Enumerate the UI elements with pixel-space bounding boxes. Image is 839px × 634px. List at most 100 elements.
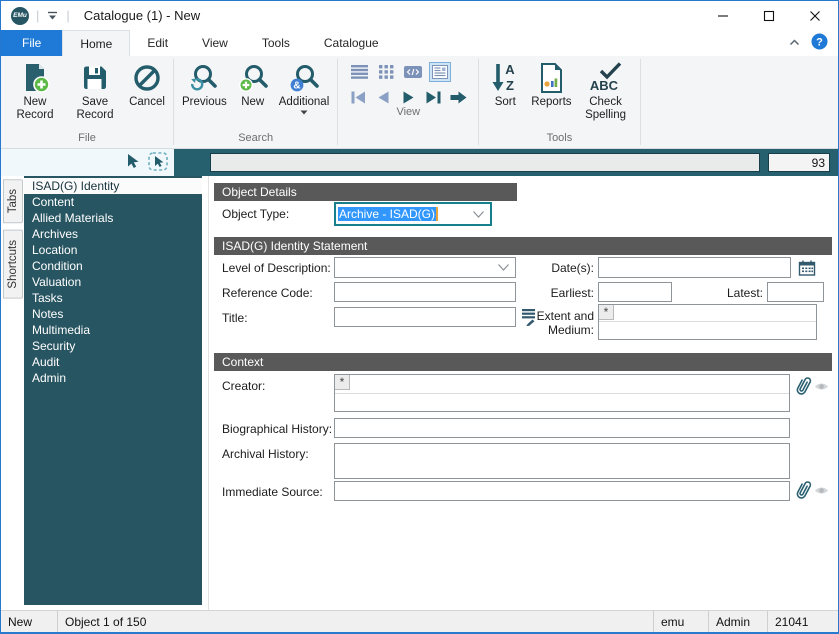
latest-label: Latest: xyxy=(683,286,763,300)
next-record-icon xyxy=(403,91,414,104)
sidebar-item-security[interactable]: Security xyxy=(24,338,202,354)
sidebar-item-admin[interactable]: Admin xyxy=(24,370,202,386)
check-spelling-button[interactable]: ABC Check Spelling xyxy=(576,58,636,122)
select-pointer-button[interactable] xyxy=(125,153,140,172)
immediate-source-label: Immediate Source: xyxy=(222,485,323,499)
additional-search-label: Additional xyxy=(279,96,330,109)
immediate-source-attach-button[interactable] xyxy=(794,479,812,501)
ribbon-group-search: Previous New xyxy=(174,56,337,148)
extent-medium-grid[interactable]: * xyxy=(598,304,817,340)
first-record-button[interactable] xyxy=(348,89,368,105)
save-record-label: Save Record xyxy=(69,96,121,122)
save-record-button[interactable]: Save Record xyxy=(65,58,125,122)
list-view-button[interactable] xyxy=(348,62,370,82)
svg-text:ABC: ABC xyxy=(589,78,618,93)
title-input[interactable] xyxy=(334,307,516,327)
summary-band: 93 xyxy=(174,149,838,176)
sidebar-item-archives[interactable]: Archives xyxy=(24,226,202,242)
tab-edit[interactable]: Edit xyxy=(130,30,185,56)
last-record-button[interactable] xyxy=(423,89,443,105)
immediate-source-input[interactable] xyxy=(334,481,790,501)
tab-home[interactable]: Home xyxy=(62,30,130,56)
group-caption-file: File xyxy=(5,131,169,148)
emu-logo-icon: EMu xyxy=(11,7,29,25)
grid-view-button[interactable] xyxy=(375,62,397,82)
text-caret xyxy=(436,207,438,221)
summary-field[interactable] xyxy=(210,153,760,172)
dates-label: Date(s): xyxy=(509,261,594,275)
cancel-button[interactable]: Cancel xyxy=(125,58,169,109)
record-count: 93 xyxy=(812,156,825,170)
tab-view[interactable]: View xyxy=(185,30,245,56)
eye-icon xyxy=(814,485,829,496)
rail-tab-tabs[interactable]: Tabs xyxy=(3,179,23,223)
sidebar-item-tasks[interactable]: Tasks xyxy=(24,290,202,306)
new-record-icon xyxy=(19,62,51,94)
status-code: 21041 xyxy=(768,611,837,632)
creator-view-button[interactable] xyxy=(813,380,829,392)
object-type-combobox[interactable]: Archive - ISAD(G) xyxy=(334,202,492,226)
sidebar-item-audit[interactable]: Audit xyxy=(24,354,202,370)
biographical-history-label: Biographical History: xyxy=(222,422,332,436)
code-view-button[interactable] xyxy=(402,62,424,82)
paperclip-icon xyxy=(795,479,812,501)
sort-button[interactable]: A Z Sort xyxy=(483,58,527,109)
collapse-ribbon-button[interactable] xyxy=(788,36,801,50)
sidebar-item-location[interactable]: Location xyxy=(24,242,202,258)
svg-text:A: A xyxy=(506,62,516,77)
check-spelling-label: Check Spelling xyxy=(580,96,632,122)
latest-input[interactable] xyxy=(767,282,824,302)
creator-attach-button[interactable] xyxy=(794,375,812,397)
goto-record-button[interactable] xyxy=(448,89,468,105)
previous-search-icon xyxy=(189,63,219,93)
chevron-up-icon xyxy=(788,38,801,47)
level-of-description-combobox[interactable] xyxy=(334,257,516,278)
reference-code-input[interactable] xyxy=(334,282,516,302)
previous-record-button[interactable] xyxy=(373,89,393,105)
biographical-history-input[interactable] xyxy=(334,418,790,438)
object-type-value: Archive - ISAD(G) xyxy=(338,207,436,221)
new-record-button[interactable]: New Record xyxy=(5,58,65,122)
reports-button[interactable]: Reports xyxy=(527,58,575,109)
help-button[interactable]: ? xyxy=(811,33,828,53)
sidebar-item-isadg-identity[interactable]: ISAD(G) Identity xyxy=(24,178,202,194)
tab-catalogue[interactable]: Catalogue xyxy=(307,30,396,56)
sidebar-item-multimedia[interactable]: Multimedia xyxy=(24,322,202,338)
record-selector-strip: 93 xyxy=(1,149,838,176)
select-record-button[interactable] xyxy=(148,152,168,174)
quick-access-customize-button[interactable] xyxy=(46,10,59,21)
ribbon-separator xyxy=(640,59,641,145)
close-button[interactable] xyxy=(792,1,838,30)
date-picker-button[interactable] xyxy=(797,257,817,278)
extent-medium-label: Extent and Medium: xyxy=(527,309,594,337)
rail-tab-shortcuts[interactable]: Shortcuts xyxy=(3,230,23,299)
additional-search-button[interactable]: & Additional xyxy=(275,58,334,115)
eye-icon xyxy=(814,381,829,392)
new-search-button[interactable]: New xyxy=(231,58,275,109)
sidebar-item-content[interactable]: Content xyxy=(24,194,202,210)
maximize-icon xyxy=(763,10,775,22)
maximize-button[interactable] xyxy=(746,1,792,30)
minimize-button[interactable] xyxy=(700,1,746,30)
sidebar-item-notes[interactable]: Notes xyxy=(24,306,202,322)
earliest-input[interactable] xyxy=(598,282,672,302)
object-type-label: Object Type: xyxy=(222,207,289,221)
details-view-button[interactable] xyxy=(429,62,451,82)
sidebar-item-allied-materials[interactable]: Allied Materials xyxy=(24,210,202,226)
dates-input[interactable] xyxy=(598,257,791,278)
reference-code-label: Reference Code: xyxy=(222,286,313,300)
sidebar-item-condition[interactable]: Condition xyxy=(24,258,202,274)
creator-grid[interactable]: * xyxy=(334,374,790,412)
additional-search-icon: & xyxy=(289,63,319,93)
tab-tools[interactable]: Tools xyxy=(245,30,307,56)
previous-search-button[interactable]: Previous xyxy=(178,58,231,109)
archival-history-textarea[interactable] xyxy=(334,443,790,479)
ribbon-group-view: View xyxy=(338,56,478,148)
customize-dropdown-icon xyxy=(46,10,59,21)
next-record-button[interactable] xyxy=(398,89,418,105)
combo-chevron-icon[interactable] xyxy=(473,211,490,218)
ribbon-group-tools: A Z Sort xyxy=(479,56,639,148)
tab-file[interactable]: File xyxy=(1,30,62,56)
immediate-source-view-button[interactable] xyxy=(813,484,829,496)
sidebar-item-valuation[interactable]: Valuation xyxy=(24,274,202,290)
